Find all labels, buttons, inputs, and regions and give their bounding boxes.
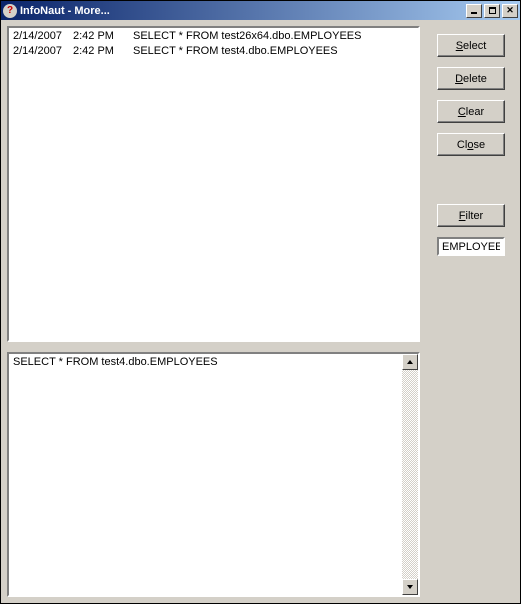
titlebar: ? InfoNaut - More... ✕ [1, 1, 520, 20]
left-column: 2/14/2007 2:42 PM SELECT * FROM test26x6… [7, 26, 420, 597]
close-window-button[interactable]: ✕ [502, 4, 518, 18]
scroll-down-button[interactable] [402, 579, 418, 595]
cell-query: SELECT * FROM test4.dbo.EMPLOYEES [133, 44, 414, 58]
cell-time: 2:42 PM [73, 29, 133, 43]
select-button[interactable]: Select [437, 34, 505, 57]
list-item[interactable]: 2/14/2007 2:42 PM SELECT * FROM test26x6… [9, 28, 418, 43]
cell-date: 2/14/2007 [13, 29, 73, 43]
detail-text[interactable]: SELECT * FROM test4.dbo.EMPLOYEES [9, 354, 402, 595]
close-button[interactable]: Close [437, 133, 505, 156]
app-icon: ? [3, 4, 17, 18]
maximize-button[interactable] [484, 4, 500, 18]
cell-time: 2:42 PM [73, 44, 133, 58]
window: ? InfoNaut - More... ✕ 2/14/2007 2:42 PM… [0, 0, 521, 604]
window-controls: ✕ [464, 4, 518, 18]
filter-input[interactable] [437, 237, 505, 256]
button-column: Select Delete Clear Close Filter [428, 26, 514, 597]
cell-date: 2/14/2007 [13, 44, 73, 58]
delete-button[interactable]: Delete [437, 67, 505, 90]
list-item[interactable]: 2/14/2007 2:42 PM SELECT * FROM test4.db… [9, 43, 418, 58]
minimize-button[interactable] [466, 4, 482, 18]
history-list[interactable]: 2/14/2007 2:42 PM SELECT * FROM test26x6… [7, 26, 420, 342]
filter-button[interactable]: Filter [437, 204, 505, 227]
scroll-up-button[interactable] [402, 354, 418, 370]
arrow-up-icon [407, 360, 413, 364]
scrollbar[interactable] [402, 354, 418, 595]
arrow-down-icon [407, 585, 413, 589]
window-title: InfoNaut - More... [20, 5, 464, 17]
detail-panel: SELECT * FROM test4.dbo.EMPLOYEES [7, 352, 420, 597]
client-area: 2/14/2007 2:42 PM SELECT * FROM test26x6… [1, 20, 520, 603]
clear-button[interactable]: Clear [437, 100, 505, 123]
cell-query: SELECT * FROM test26x64.dbo.EMPLOYEES [133, 29, 414, 43]
